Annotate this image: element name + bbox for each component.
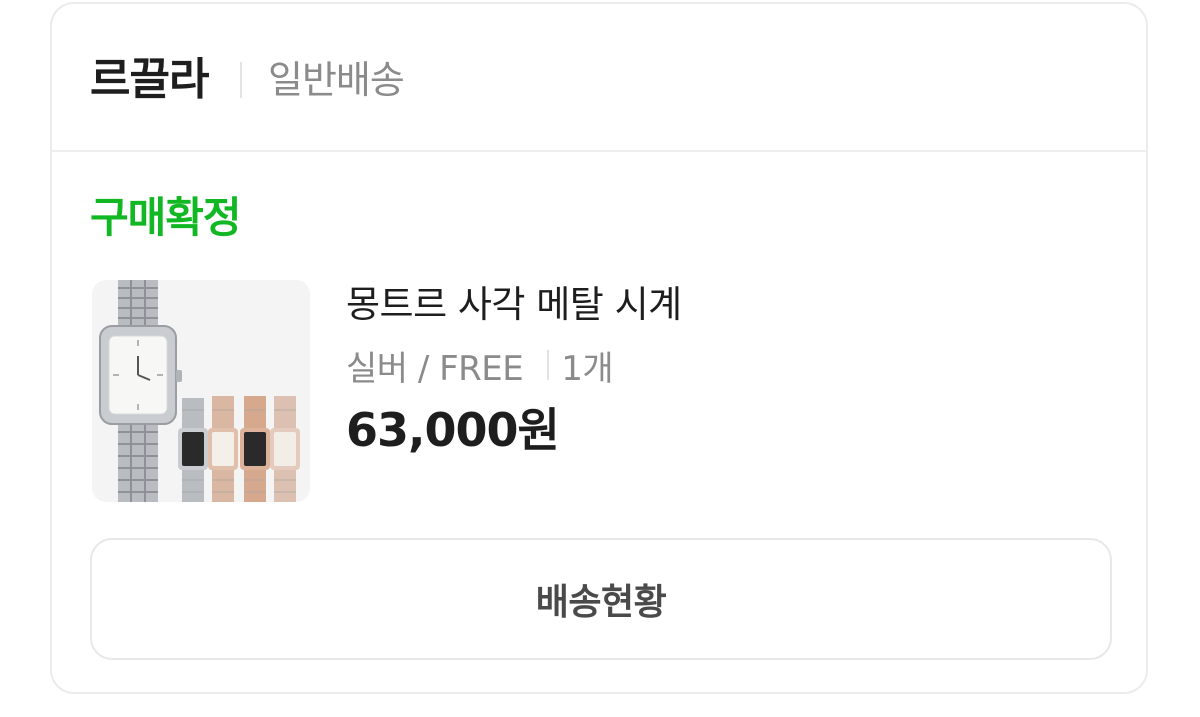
seller-name[interactable]: 르끌라 xyxy=(90,50,209,110)
product-price: 63,000원 xyxy=(346,403,560,457)
product-quantity: 1개 xyxy=(561,348,614,389)
product-option: 실버 / FREE xyxy=(346,348,524,389)
watch-image xyxy=(99,280,300,502)
order-status: 구매확정 xyxy=(90,193,242,242)
header-divider xyxy=(240,62,242,98)
shipping-type: 일반배송 xyxy=(268,58,405,102)
order-card-header: 르끌라 일반배송 xyxy=(52,4,1146,152)
option-divider xyxy=(547,350,550,380)
product-option-row: 실버 / FREE 1개 xyxy=(346,338,614,392)
product-thumbnail[interactable] xyxy=(92,280,310,502)
product-name[interactable]: 몽트르 사각 메탈 시계 xyxy=(346,278,682,332)
track-delivery-button[interactable]: 배송현황 xyxy=(90,538,1112,660)
order-card: 르끌라 일반배송 구매확정 몽트르 사각 메탈 시계 실버 / FREE 1개 … xyxy=(50,2,1148,694)
